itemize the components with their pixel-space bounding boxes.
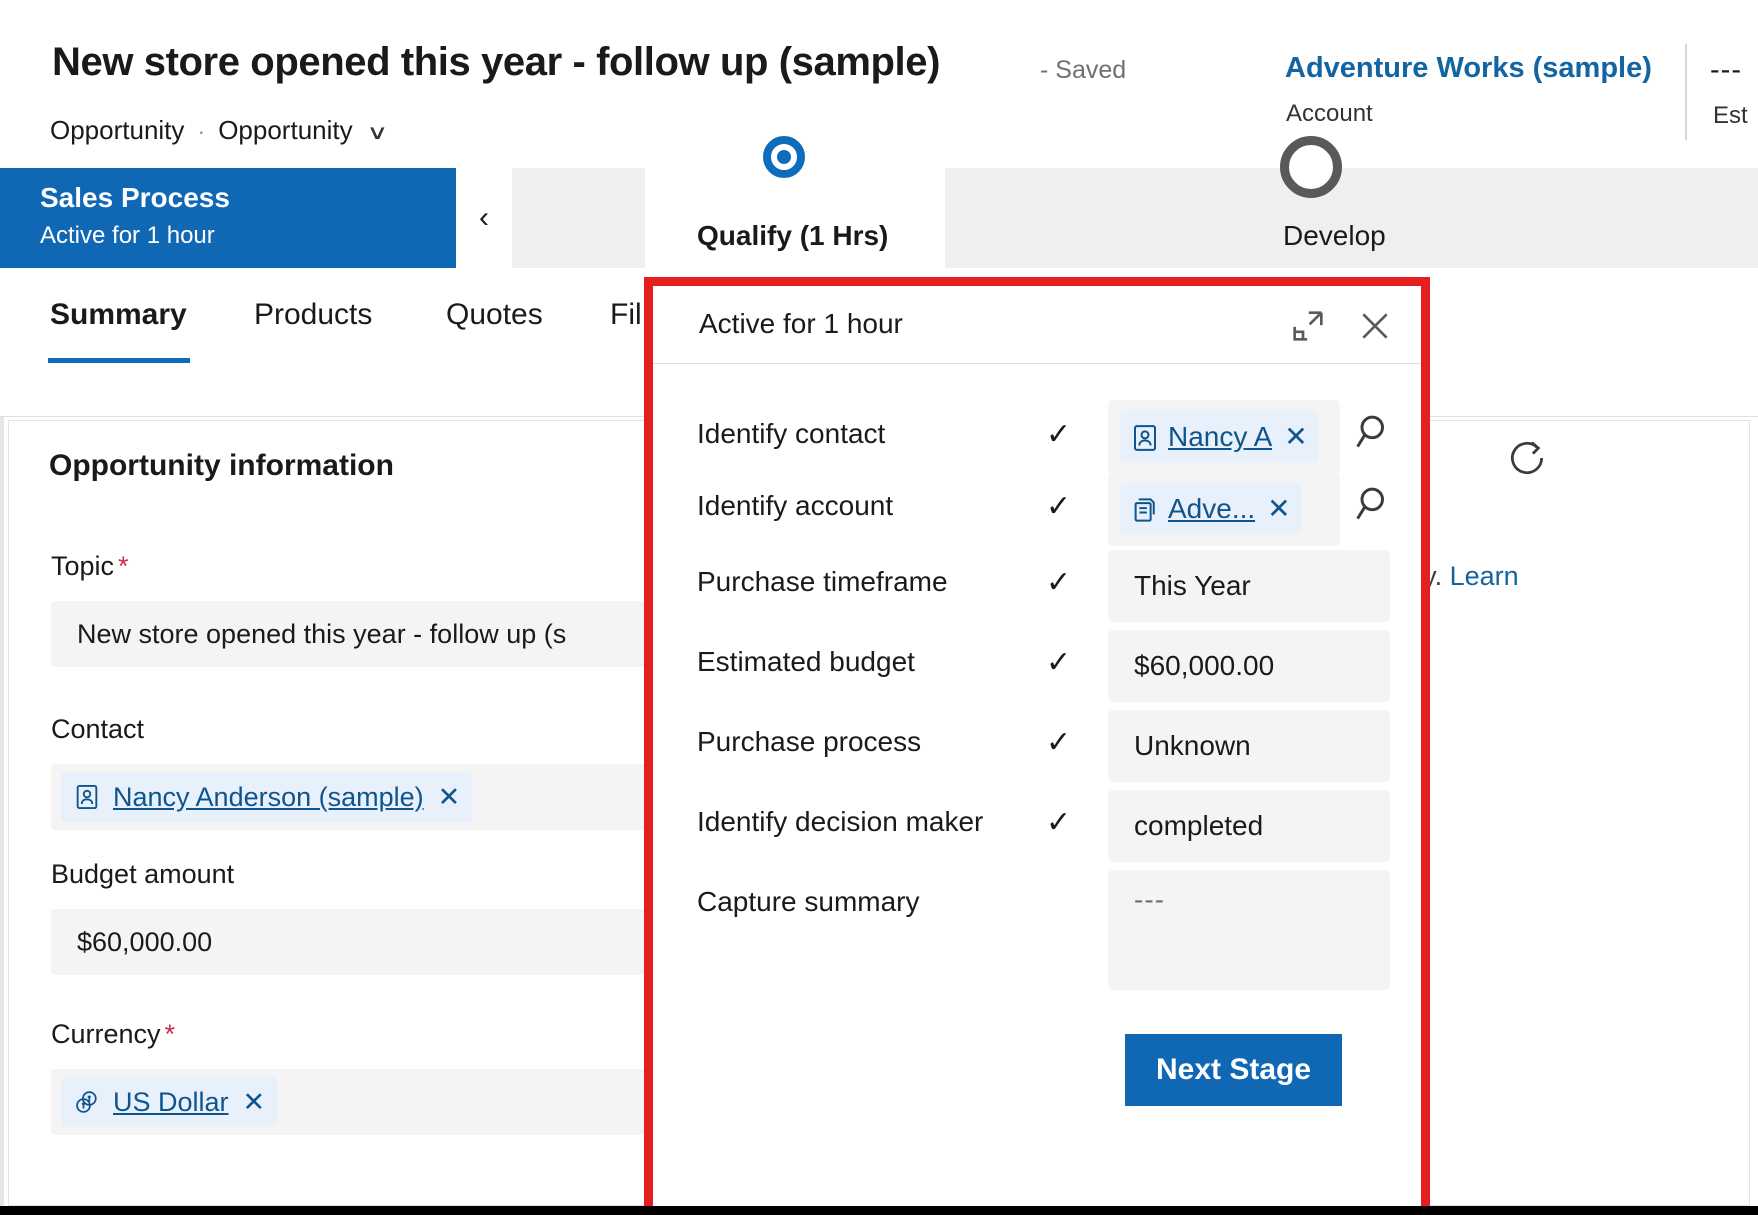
process-name: Sales Process xyxy=(40,182,230,213)
lookup-chip-contact[interactable]: Nancy Anderson (sample) ✕ xyxy=(61,772,473,822)
section-heading: Opportunity information xyxy=(49,449,394,482)
est-value: --- xyxy=(1710,54,1742,86)
process-stage-develop[interactable]: Develop xyxy=(1180,136,1540,268)
field-label-contact: Contact xyxy=(51,714,145,744)
currency-icon xyxy=(73,1088,101,1116)
clear-contact-icon[interactable]: ✕ xyxy=(438,783,461,811)
lookup-chip-contact-text: Nancy Anderson (sample) xyxy=(113,781,424,812)
process-stage-qualify[interactable]: Qualify (1 Hrs) xyxy=(645,136,945,268)
tab-quotes[interactable]: Quotes xyxy=(446,298,543,332)
process-summary-box[interactable]: Sales Process Active for 1 hour xyxy=(0,168,456,268)
label-text: Topic xyxy=(51,551,115,581)
related-account-link[interactable]: Adventure Works (sample) xyxy=(1285,52,1652,85)
learn-more-link[interactable]: Learn xyxy=(1450,561,1519,591)
tab-files[interactable]: Fil xyxy=(610,298,642,332)
refresh-icon[interactable] xyxy=(1505,436,1549,480)
required-indicator: * xyxy=(164,1019,176,1049)
required-indicator: * xyxy=(118,551,129,581)
stage-pill-qualify xyxy=(645,168,945,268)
input-currency[interactable]: US Dollar ✕ xyxy=(51,1069,651,1135)
highlight-annotation-box xyxy=(644,277,1430,1206)
header-related-info: Adventure Works (sample) Account --- Est xyxy=(1285,40,1755,140)
breadcrumb-separator: · xyxy=(197,119,205,144)
breadcrumb: Opportunity · Opportunity ∨ xyxy=(50,115,388,146)
chevron-left-icon: ‹ xyxy=(479,201,489,234)
stage-label-develop: Develop xyxy=(1283,220,1386,251)
clear-currency-icon[interactable]: ✕ xyxy=(243,1088,266,1116)
stage-label-qualify: Qualify (1 Hrs) xyxy=(697,220,889,251)
input-topic[interactable]: New store opened this year - follow up (… xyxy=(51,601,651,667)
field-label-budget-amount: Budget amount xyxy=(51,859,235,889)
input-budget-amount-value: $60,000.00 xyxy=(77,926,213,957)
label-text: Currency xyxy=(51,1019,161,1049)
tab-active-underline xyxy=(48,358,190,363)
breadcrumb-entity[interactable]: Opportunity xyxy=(50,115,184,145)
field-label-currency: Currency * xyxy=(51,1019,175,1050)
input-topic-value: New store opened this year - follow up (… xyxy=(77,618,567,649)
related-account-label: Account xyxy=(1286,100,1373,127)
tab-summary[interactable]: Summary xyxy=(50,298,187,332)
tab-products[interactable]: Products xyxy=(254,298,372,332)
contact-icon xyxy=(73,783,101,811)
input-contact[interactable]: Nancy Anderson (sample) ✕ xyxy=(51,764,651,830)
lookup-chip-currency[interactable]: US Dollar ✕ xyxy=(61,1077,278,1127)
field-label-topic: Topic * xyxy=(51,551,129,582)
process-status: Active for 1 hour xyxy=(40,222,215,249)
record-header: New store opened this year - follow up (… xyxy=(0,0,1758,168)
est-value-label: Est xyxy=(1713,102,1748,129)
page-title: New store opened this year - follow up (… xyxy=(52,40,941,84)
stage-active-dot-icon xyxy=(763,136,805,178)
bottom-edge xyxy=(0,1206,1758,1215)
lookup-chip-currency-text: US Dollar xyxy=(113,1086,229,1117)
input-budget-amount[interactable]: $60,000.00 xyxy=(51,909,651,975)
chevron-down-icon[interactable]: ∨ xyxy=(366,120,388,145)
process-collapse-button[interactable]: ‹ xyxy=(456,168,512,268)
breadcrumb-form-selector[interactable]: Opportunity xyxy=(218,115,352,145)
header-divider xyxy=(1685,44,1687,140)
screenshot-root: New store opened this year - follow up (… xyxy=(0,0,1758,1215)
stage-flyout-wrapper: Active for 1 hour Identify contact ✓ Nan… xyxy=(644,277,1430,1206)
stage-future-dot-icon xyxy=(1280,136,1342,198)
dynamics-app-window: New store opened this year - follow up (… xyxy=(0,0,1758,1206)
business-process-flow-bar: Sales Process Active for 1 hour ‹ Qualif… xyxy=(0,136,1758,268)
saved-status: - Saved xyxy=(1040,56,1127,84)
